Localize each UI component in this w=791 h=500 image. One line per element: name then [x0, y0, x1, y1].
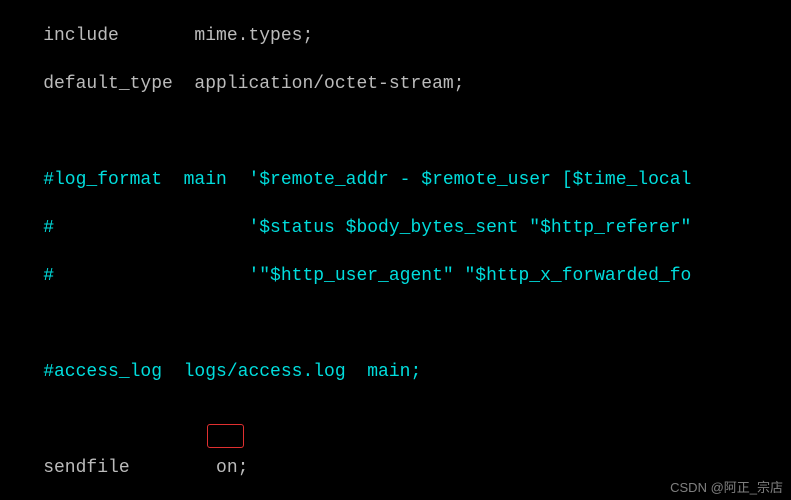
comment-line: # '$status $body_bytes_sent "$http_refer… — [0, 216, 791, 240]
terminal-output[interactable]: include mime.types; default_type applica… — [0, 0, 791, 500]
blank-line — [0, 312, 791, 336]
blank-line — [0, 408, 791, 432]
blank-line — [0, 120, 791, 144]
comment-line: #log_format main '$remote_addr - $remote… — [0, 168, 791, 192]
config-line: default_type application/octet-stream; — [0, 72, 791, 96]
comment-line: # '"$http_user_agent" "$http_x_forwarded… — [0, 264, 791, 288]
watermark-text: CSDN @阿正_宗店 — [670, 477, 783, 496]
config-line: include mime.types; — [0, 24, 791, 48]
comment-line: #access_log logs/access.log main; — [0, 360, 791, 384]
